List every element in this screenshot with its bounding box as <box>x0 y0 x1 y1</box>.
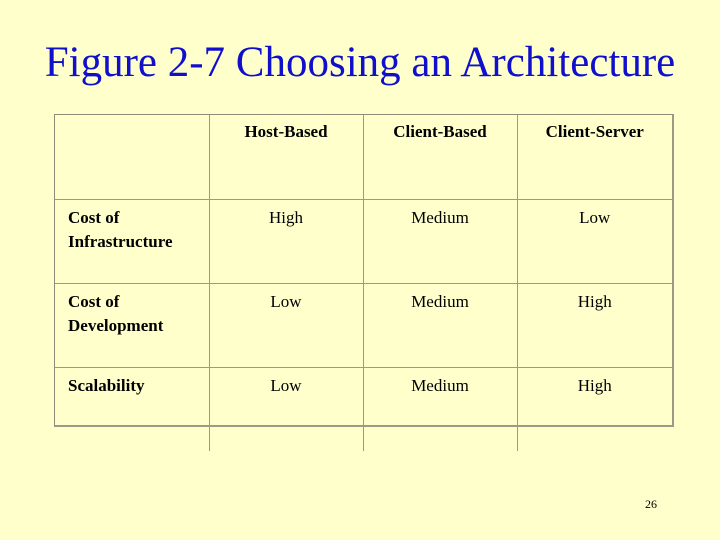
architecture-comparison-table: Host-Based Client-Based Client-Server Co… <box>54 114 674 451</box>
column-header-client-based: Client-Based <box>362 115 518 200</box>
table-cell: Medium <box>362 283 518 368</box>
table-cell: High <box>516 367 672 451</box>
table-cell: High <box>208 199 364 284</box>
comparison-grid: Host-Based Client-Based Client-Server Co… <box>55 115 672 451</box>
row-header-cost-of-development: Cost of Development <box>55 283 210 368</box>
table-row: Scalability Low Medium High <box>55 367 672 451</box>
table-cell: Low <box>208 367 364 451</box>
corner-cell <box>55 115 210 200</box>
row-header-scalability: Scalability <box>55 367 210 451</box>
table-cell: Medium <box>362 199 518 284</box>
table-cell: High <box>516 283 672 368</box>
column-header-client-server: Client-Server <box>516 115 672 200</box>
page-number: 26 <box>645 497 657 511</box>
slide-title: Figure 2-7 Choosing an Architecture <box>44 39 676 86</box>
table-row: Cost of Infrastructure High Medium Low <box>55 199 672 284</box>
table-cell: Medium <box>362 367 518 451</box>
header-row: Host-Based Client-Based Client-Server <box>55 115 672 200</box>
row-header-cost-of-infrastructure: Cost of Infrastructure <box>55 199 210 284</box>
table-row: Cost of Development Low Medium High <box>55 283 672 368</box>
column-header-host-based: Host-Based <box>208 115 364 200</box>
table-cell: Low <box>208 283 364 368</box>
table-cell: Low <box>516 199 672 284</box>
